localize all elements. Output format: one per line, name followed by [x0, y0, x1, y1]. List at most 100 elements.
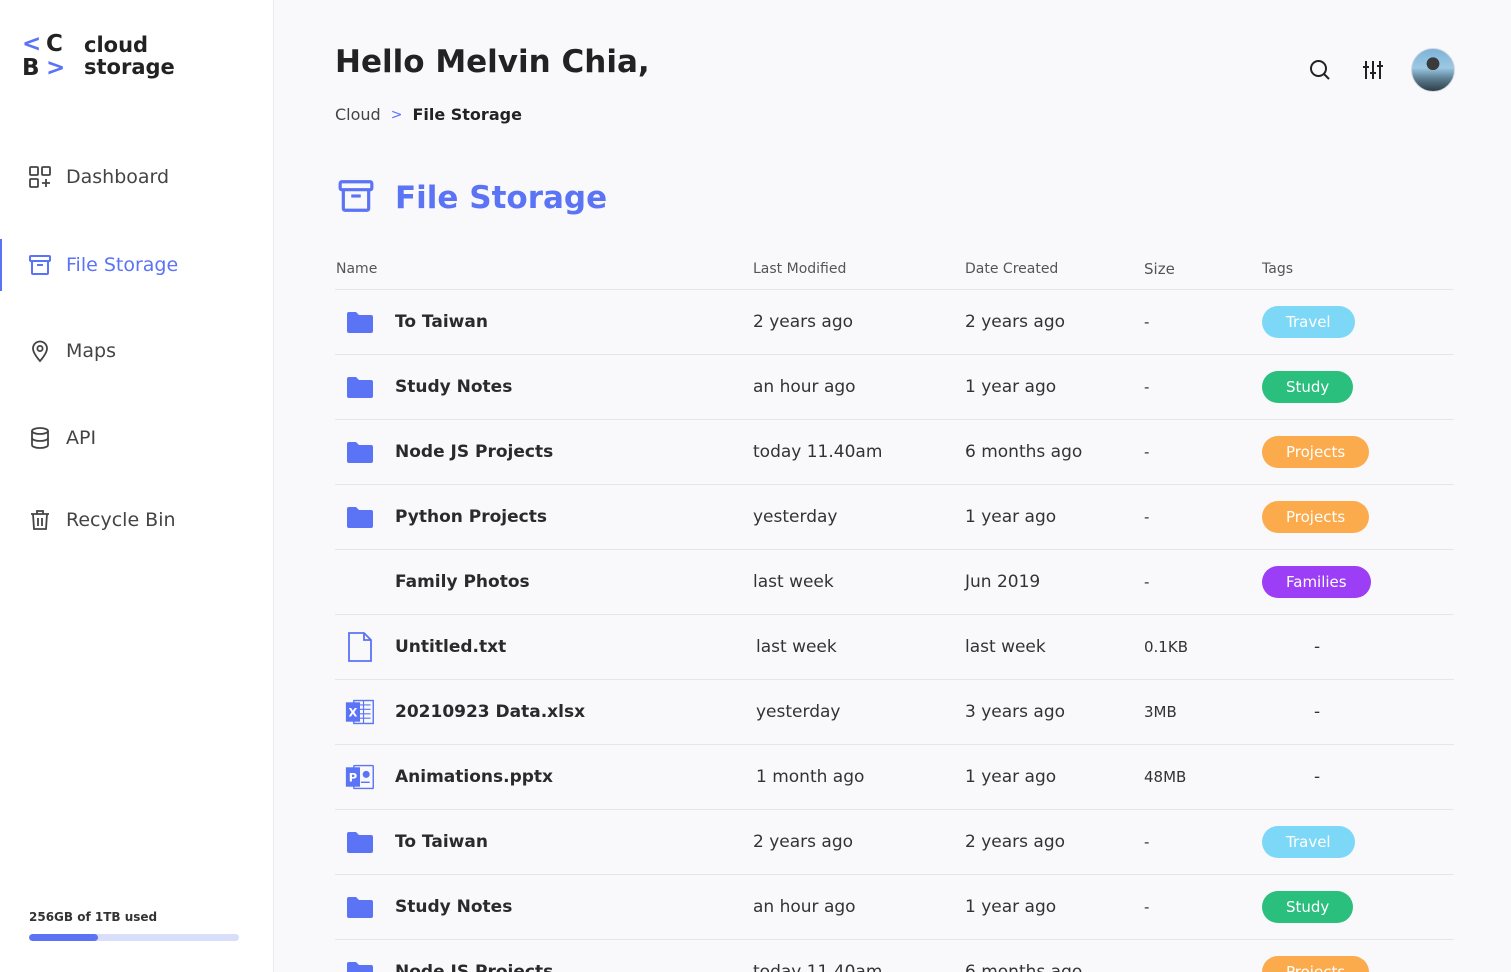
- page-title-label: File Storage: [395, 180, 608, 216]
- storage-usage-fill: [29, 934, 99, 941]
- tag-empty: -: [1314, 637, 1321, 657]
- table-row[interactable]: Node JS Projects today 11.40am 6 months ag…: [335, 940, 1454, 972]
- file-name[interactable]: To Taiwan: [395, 832, 488, 852]
- cell-date-created: 2 years ago: [965, 312, 1066, 332]
- table-row[interactable]: Node JS Projects today 11.40am 6 months ag…: [335, 420, 1454, 485]
- folder-icon: [345, 437, 375, 467]
- cell-name: Study Notes: [335, 892, 753, 922]
- cell-tags: Projects: [1262, 501, 1454, 533]
- file-name[interactable]: Node JS Projects: [395, 442, 553, 462]
- tag-badge[interactable]: Families: [1262, 566, 1371, 598]
- tag-badge[interactable]: Study: [1262, 371, 1354, 403]
- dashboard-icon: [28, 165, 52, 189]
- cell-name: Family Photos: [335, 567, 753, 597]
- file-name[interactable]: Study Notes: [395, 377, 512, 397]
- logo-mark: < C B >: [22, 32, 70, 80]
- file-name[interactable]: Node JS Projects: [395, 962, 553, 972]
- breadcrumb-root[interactable]: Cloud: [335, 105, 381, 124]
- archive-icon: [337, 177, 375, 219]
- sidebar-item-api[interactable]: API: [0, 412, 274, 464]
- cell-name: Node JS Projects: [335, 957, 753, 972]
- column-header-last-modified[interactable]: Last Modified: [753, 261, 965, 277]
- sidebar-item-recycle-bin[interactable]: Recycle Bin: [0, 494, 274, 546]
- table-row[interactable]: Family Photos last week Jun 2019 - Families: [335, 550, 1454, 615]
- cell-last-modified: 2 years ago: [753, 312, 854, 332]
- file-name[interactable]: Python Projects: [395, 507, 547, 527]
- database-icon: [28, 426, 52, 450]
- sidebar-item-file-storage[interactable]: File Storage: [0, 239, 274, 291]
- cell-tags: Families: [1262, 566, 1454, 598]
- tag-badge[interactable]: Projects: [1262, 956, 1370, 972]
- cell-date-created: 1 year ago: [965, 507, 1057, 527]
- table-row[interactable]: Study Notes an hour ago 1 year ago - Study: [335, 355, 1454, 420]
- map-pin-icon: [28, 339, 52, 363]
- column-header-name[interactable]: Name: [335, 261, 753, 277]
- archive-icon: [28, 253, 52, 277]
- file-name[interactable]: Animations.pptx: [395, 767, 553, 787]
- avatar[interactable]: [1411, 48, 1455, 92]
- cell-date-created: 2 years ago: [965, 832, 1066, 852]
- column-header-date-created[interactable]: Date Created: [965, 261, 1144, 277]
- svg-text:P: P: [349, 770, 357, 784]
- cell-last-modified: an hour ago: [753, 897, 856, 917]
- sliders-icon[interactable]: [1353, 50, 1393, 90]
- cell-last-modified: today 11.40am: [753, 442, 883, 462]
- sidebar-item-label: Maps: [66, 340, 116, 362]
- tag-badge[interactable]: Study: [1262, 891, 1354, 923]
- cell-date-created: 6 months ago: [965, 442, 1083, 462]
- folder-icon: [345, 307, 375, 337]
- cell-date-created: 3 years ago: [965, 702, 1066, 722]
- table-row[interactable]: To Taiwan 2 years ago 2 years ago - Travel: [335, 810, 1454, 875]
- tag-badge[interactable]: Travel: [1262, 826, 1355, 858]
- tag-badge[interactable]: Projects: [1262, 436, 1370, 468]
- column-header-size[interactable]: Size: [1144, 260, 1262, 278]
- cell-last-modified: last week: [753, 572, 834, 592]
- logo-text: cloud storage: [84, 34, 175, 78]
- sidebar-item-dashboard[interactable]: Dashboard: [0, 151, 274, 203]
- brand-logo[interactable]: < C B > cloud storage: [22, 32, 175, 80]
- folder-icon: [345, 502, 375, 532]
- greeting: Hello Melvin Chia,: [335, 44, 650, 80]
- user-name: Melvin Chia,: [435, 44, 650, 80]
- file-name[interactable]: To Taiwan: [395, 312, 488, 332]
- table-row[interactable]: Python Projects yesterday 1 year ago - Proje…: [335, 485, 1454, 550]
- table-header: Name Last Modified Date Created Size Tag…: [335, 248, 1454, 290]
- file-name[interactable]: Study Notes: [395, 897, 512, 917]
- logo-mark-tl: <: [22, 31, 42, 57]
- search-icon[interactable]: [1300, 50, 1340, 90]
- column-header-tags[interactable]: Tags: [1262, 261, 1454, 277]
- cell-date-created: 1 year ago: [965, 897, 1057, 917]
- top-actions: [1300, 48, 1455, 92]
- cell-size: 0.1KB: [1144, 638, 1188, 656]
- file-name[interactable]: Untitled.txt: [395, 637, 506, 657]
- sidebar: < C B > cloud storage Dashboard File Sto…: [0, 0, 274, 972]
- cell-last-modified: today 11.40am: [753, 962, 883, 972]
- tag-empty: -: [1314, 767, 1321, 787]
- folder-icon: [345, 892, 375, 922]
- table-row[interactable]: To Taiwan 2 years ago 2 years ago - Travel: [335, 290, 1454, 355]
- tag-badge[interactable]: Projects: [1262, 501, 1370, 533]
- file-icon-placeholder: [345, 567, 375, 597]
- cell-tags: Projects: [1262, 956, 1454, 972]
- sidebar-item-label: Dashboard: [66, 166, 170, 188]
- cell-last-modified: an hour ago: [753, 377, 856, 397]
- sidebar-item-label: API: [66, 427, 97, 449]
- file-name[interactable]: 20210923 Data.xlsx: [395, 702, 585, 722]
- file-name[interactable]: Family Photos: [395, 572, 530, 592]
- table-row[interactable]: P Animations.pptx 1 month ago 1 year ago 48M…: [335, 745, 1454, 810]
- logo-text-line2: storage: [84, 55, 175, 79]
- powerpoint-file-icon: P: [345, 762, 375, 792]
- tag-badge[interactable]: Travel: [1262, 306, 1355, 338]
- table-row[interactable]: X 20210923 Data.xlsx yesterday 3 years ago 3…: [335, 680, 1454, 745]
- cell-size: 3MB: [1144, 703, 1177, 721]
- table-row[interactable]: Untitled.txt last week last week 0.1KB -: [335, 615, 1454, 680]
- cell-size: -: [1144, 898, 1150, 916]
- table-row[interactable]: Study Notes an hour ago 1 year ago - Study: [335, 875, 1454, 940]
- cell-tags: Study: [1262, 371, 1454, 403]
- cell-size: -: [1144, 508, 1150, 526]
- cell-tags: -: [1262, 702, 1454, 722]
- cell-size: -: [1144, 573, 1150, 591]
- sidebar-item-maps[interactable]: Maps: [0, 325, 274, 377]
- storage-usage-text: 256GB of 1TB used: [29, 910, 158, 924]
- cell-size: -: [1144, 963, 1150, 972]
